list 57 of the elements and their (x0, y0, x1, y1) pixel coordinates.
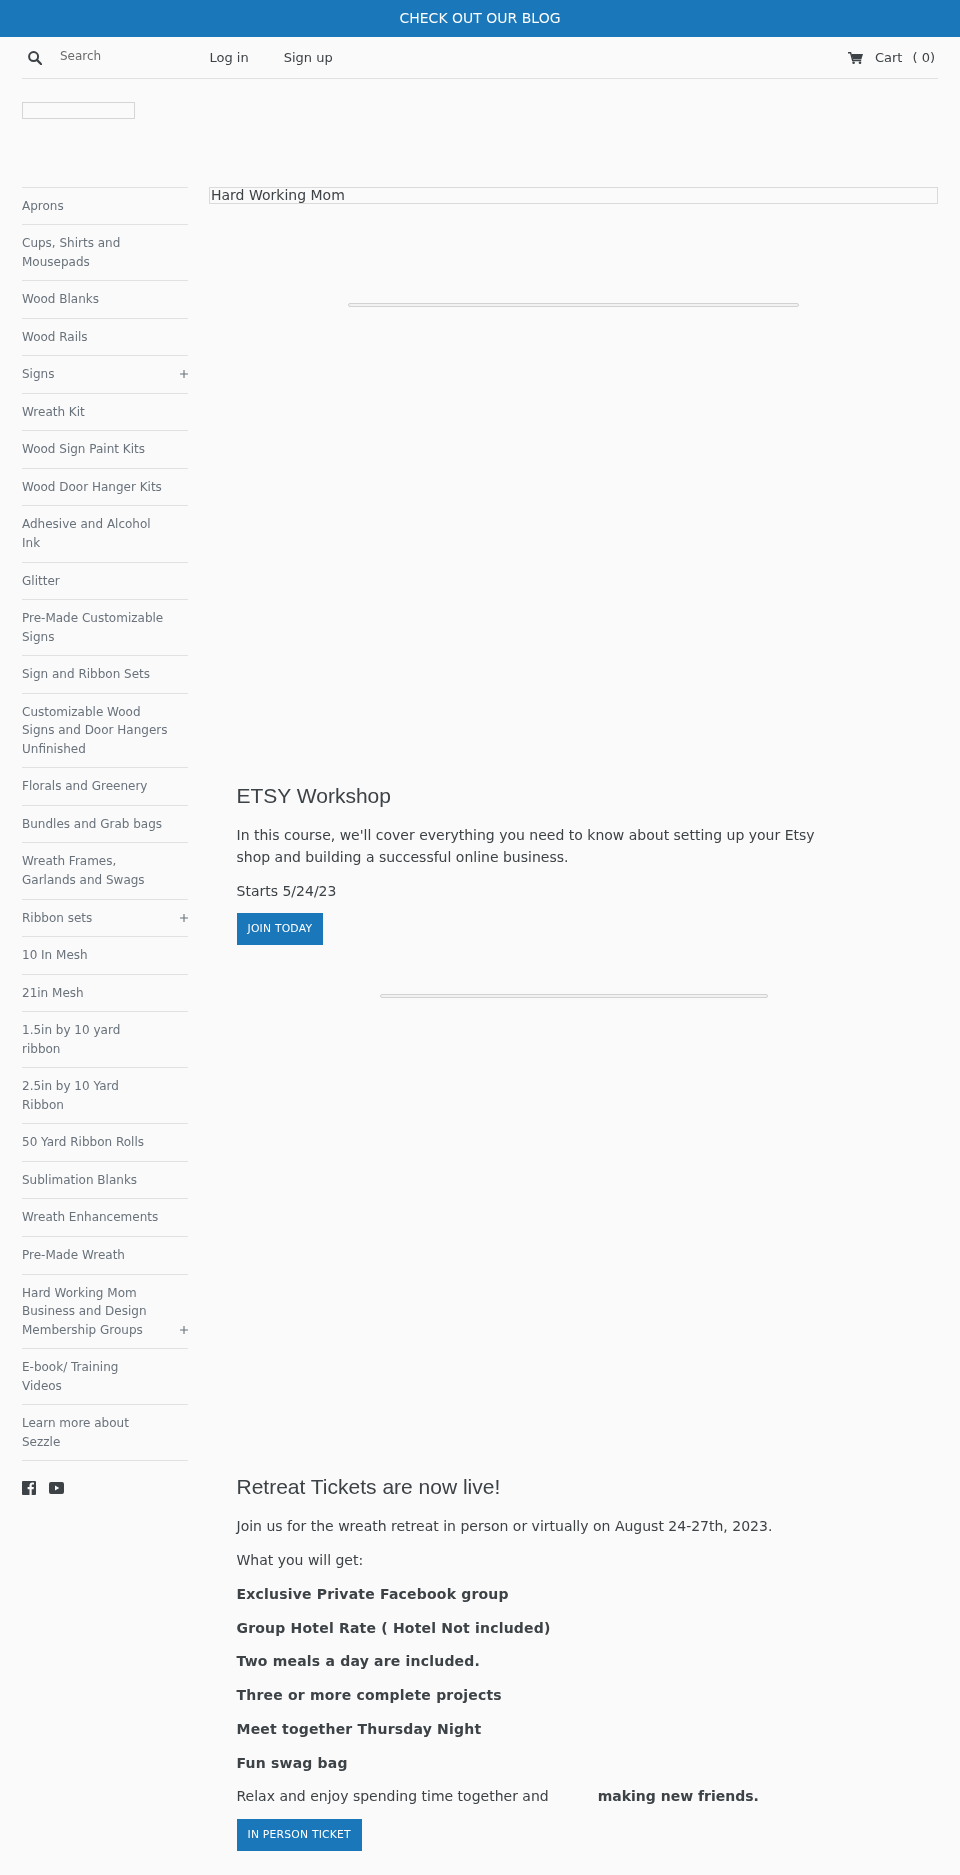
category-link[interactable]: 10 In Mesh (22, 937, 188, 974)
category-link[interactable]: Cups, Shirts and Mousepads (22, 225, 188, 281)
body-text: Two meals a day are included. (236, 1652, 482, 1672)
category-link[interactable]: Wreath Enhancements (22, 1199, 188, 1236)
account-link[interactable]: Log in (209, 50, 249, 65)
search-icon[interactable] (27, 50, 42, 65)
body-text: Group Hotel Rate ( Hotel Not included) (236, 1618, 552, 1638)
cart-link[interactable]: Cart ( 0) (847, 50, 935, 65)
cart-count: ( 0) (912, 50, 935, 65)
category-link[interactable]: Pre-Made Customizable Signs (22, 600, 188, 656)
category-link[interactable]: Sign and Ribbon Sets (22, 656, 188, 693)
body-text: Starts 5/24/23 (236, 881, 338, 901)
facebook-icon[interactable] (22, 1480, 36, 1495)
body-text: Relax and enjoy spending time together and making new friends. (236, 1787, 760, 1807)
youtube-icon[interactable] (49, 1481, 64, 1494)
category-link[interactable]: Glitter (22, 562, 188, 600)
category-link[interactable]: Customizable Wood Signs and Door Hangers Unfinished (22, 693, 188, 768)
body-text: In this course, we'll cover everything you need to know about setting up your Etsy shop and building a successful online business. (236, 825, 816, 867)
category-link[interactable]: 1.5in by 10 yard ribbon (22, 1012, 188, 1068)
category-link[interactable]: Hard Working Mom Business and Design Membership Groups (22, 1274, 188, 1349)
category-link[interactable]: Ribbon sets (22, 899, 188, 937)
category-link[interactable]: Adhesive and Alcohol Ink (22, 506, 188, 562)
category-link[interactable]: Wreath Frames, Garlands and Swags (22, 843, 188, 899)
account-link[interactable]: Sign up (283, 50, 333, 65)
category-link[interactable]: Sublimation Blanks (22, 1161, 188, 1199)
category-link[interactable]: Wood Sign Paint Kits (22, 431, 188, 468)
image-alt-text: Hard Working Mom (209, 186, 938, 204)
plus-icon (180, 370, 188, 379)
category-link[interactable]: Aprons (22, 187, 188, 225)
section-heading: ETSY Workshop (236, 782, 392, 809)
search-field[interactable]: Search (60, 45, 180, 66)
category-link[interactable]: Signs (22, 356, 188, 393)
cart-icon (847, 51, 863, 64)
body-text: Exclusive Private Facebook group (236, 1584, 510, 1604)
category-link[interactable]: Florals and Greenery (22, 768, 188, 805)
body-text: What you will get: (236, 1551, 365, 1571)
category-link[interactable]: 21in Mesh (22, 974, 188, 1012)
plus-icon (180, 913, 188, 922)
category-link[interactable]: 2.5in by 10 Yard Ribbon (22, 1068, 188, 1124)
category-link[interactable]: Wood Door Hanger Kits (22, 468, 188, 506)
category-link[interactable]: E-book/ Training Videos (22, 1349, 188, 1405)
plus-icon (180, 1325, 188, 1334)
cta-button[interactable]: IN PERSON TICKET (236, 1819, 362, 1852)
category-link[interactable]: Bundles and Grab bags (22, 805, 188, 843)
section-heading: Retreat Tickets are now live! (236, 1474, 502, 1501)
category-link[interactable]: Wreath Kit (22, 393, 188, 431)
cta-button[interactable]: JOIN TODAY (236, 913, 324, 946)
category-link[interactable]: Pre-Made Wreath (22, 1237, 188, 1274)
body-text: Meet together Thursday Night (236, 1719, 483, 1739)
category-link[interactable]: Wood Blanks (22, 281, 188, 318)
category-link[interactable]: Wood Rails (22, 318, 188, 356)
blog-announcement-bar[interactable]: CHECK OUT OUR BLOG (0, 0, 960, 37)
body-text: Fun swag bag (236, 1753, 349, 1773)
body-text: Three or more complete projects (236, 1686, 503, 1706)
category-link[interactable]: 50 Yard Ribbon Rolls (22, 1124, 188, 1161)
body-text: Join us for the wreath retreat in person or virtually on August 24-27th, 2023. (236, 1517, 774, 1537)
category-link[interactable]: Learn more about Sezzle (22, 1405, 188, 1461)
